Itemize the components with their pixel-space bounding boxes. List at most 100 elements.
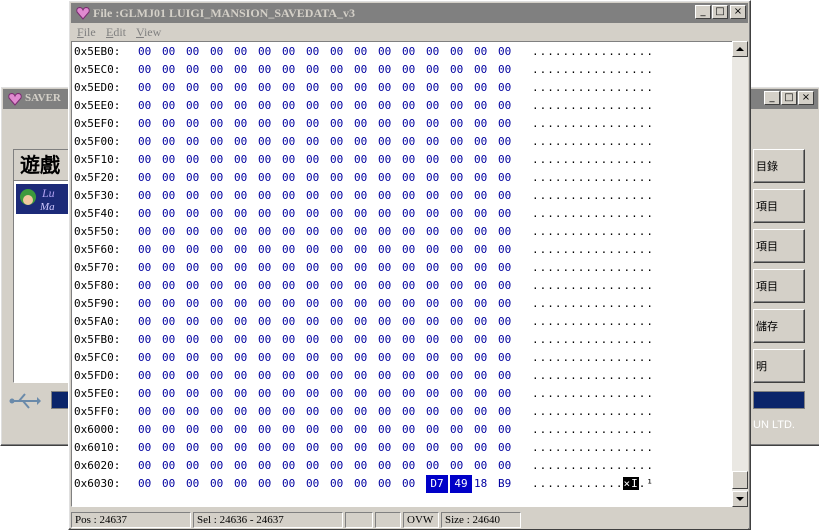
hex-byte[interactable]: 00: [378, 403, 400, 421]
hex-byte[interactable]: 00: [354, 79, 376, 97]
hex-byte[interactable]: 00: [210, 205, 232, 223]
hex-byte[interactable]: 00: [378, 313, 400, 331]
ascii-column[interactable]: ................: [532, 79, 654, 97]
hex-byte[interactable]: 00: [426, 349, 448, 367]
ascii-column[interactable]: ................: [532, 169, 654, 187]
hex-byte[interactable]: 00: [474, 205, 496, 223]
hex-byte[interactable]: 00: [426, 403, 448, 421]
hex-byte[interactable]: 00: [474, 259, 496, 277]
hex-byte[interactable]: 00: [498, 205, 520, 223]
hex-byte[interactable]: 00: [402, 259, 424, 277]
side-button-item-1[interactable]: 項目: [753, 189, 805, 223]
ascii-column[interactable]: ................: [532, 151, 654, 169]
side-button-item-3[interactable]: 項目: [753, 269, 805, 303]
close-button[interactable]: ×: [730, 5, 746, 19]
hex-byte[interactable]: 00: [138, 43, 160, 61]
hex-byte[interactable]: 00: [330, 61, 352, 79]
hex-byte[interactable]: 00: [306, 169, 328, 187]
hex-byte[interactable]: 00: [186, 151, 208, 169]
hex-byte[interactable]: 00: [450, 43, 472, 61]
hex-byte[interactable]: 00: [354, 115, 376, 133]
hex-byte[interactable]: 00: [402, 43, 424, 61]
scroll-down-button[interactable]: [732, 491, 748, 507]
scroll-thumb[interactable]: [732, 471, 748, 489]
hex-byte[interactable]: 00: [450, 403, 472, 421]
hex-byte[interactable]: 00: [234, 223, 256, 241]
hex-byte[interactable]: 00: [162, 403, 184, 421]
hex-byte[interactable]: 00: [378, 277, 400, 295]
hex-byte[interactable]: 00: [258, 133, 280, 151]
hex-byte[interactable]: 00: [138, 295, 160, 313]
hex-byte[interactable]: 00: [474, 187, 496, 205]
hex-byte[interactable]: 00: [282, 79, 304, 97]
hex-byte[interactable]: 00: [450, 259, 472, 277]
hex-byte[interactable]: 00: [282, 295, 304, 313]
hex-byte[interactable]: 00: [450, 439, 472, 457]
side-button-directory[interactable]: 目錄: [753, 149, 805, 183]
hex-byte[interactable]: 00: [282, 259, 304, 277]
ascii-column[interactable]: ................: [532, 457, 654, 475]
hex-byte[interactable]: 00: [138, 367, 160, 385]
hex-byte[interactable]: 00: [402, 295, 424, 313]
ascii-column[interactable]: ................: [532, 385, 654, 403]
hex-byte[interactable]: 00: [186, 385, 208, 403]
hex-byte[interactable]: 00: [378, 61, 400, 79]
side-button-item-2[interactable]: 項目: [753, 229, 805, 263]
hex-byte[interactable]: 00: [330, 313, 352, 331]
hex-byte[interactable]: 00: [138, 457, 160, 475]
hex-byte[interactable]: 00: [378, 295, 400, 313]
hex-byte[interactable]: 00: [426, 277, 448, 295]
hex-byte[interactable]: 00: [474, 421, 496, 439]
hex-byte[interactable]: 00: [378, 205, 400, 223]
hex-byte[interactable]: 00: [354, 349, 376, 367]
hex-byte[interactable]: 00: [354, 259, 376, 277]
hex-byte[interactable]: 00: [378, 97, 400, 115]
scroll-up-button[interactable]: [732, 41, 748, 57]
hex-byte[interactable]: 00: [234, 475, 256, 493]
hex-byte[interactable]: 00: [306, 187, 328, 205]
ascii-column[interactable]: ................: [532, 115, 654, 133]
hex-byte[interactable]: 00: [330, 259, 352, 277]
hex-byte[interactable]: 00: [186, 349, 208, 367]
hex-byte[interactable]: 00: [354, 151, 376, 169]
hex-byte[interactable]: 00: [378, 349, 400, 367]
hex-byte[interactable]: 00: [498, 295, 520, 313]
hex-byte[interactable]: 00: [282, 205, 304, 223]
hex-byte[interactable]: 00: [162, 295, 184, 313]
hex-byte[interactable]: 00: [186, 115, 208, 133]
hex-byte[interactable]: 00: [234, 97, 256, 115]
hex-byte[interactable]: 00: [162, 205, 184, 223]
hex-byte[interactable]: 00: [330, 367, 352, 385]
hex-byte[interactable]: 00: [306, 205, 328, 223]
hex-byte[interactable]: 00: [282, 385, 304, 403]
hex-byte[interactable]: 00: [186, 133, 208, 151]
hex-byte[interactable]: 00: [210, 331, 232, 349]
hex-byte[interactable]: 00: [354, 439, 376, 457]
hex-byte[interactable]: 00: [138, 205, 160, 223]
hex-byte[interactable]: 00: [234, 349, 256, 367]
hex-byte[interactable]: 00: [498, 277, 520, 295]
hex-byte[interactable]: 00: [306, 313, 328, 331]
hex-byte-selected[interactable]: 49: [450, 475, 472, 493]
hex-byte[interactable]: 00: [378, 133, 400, 151]
hex-byte[interactable]: 00: [474, 367, 496, 385]
hex-byte[interactable]: 00: [162, 97, 184, 115]
hex-byte[interactable]: 00: [354, 295, 376, 313]
hex-byte[interactable]: 00: [210, 457, 232, 475]
hex-byte[interactable]: 00: [498, 115, 520, 133]
hex-byte[interactable]: 00: [354, 367, 376, 385]
hex-byte[interactable]: 00: [330, 43, 352, 61]
hex-byte[interactable]: 00: [210, 223, 232, 241]
hex-byte[interactable]: 00: [306, 403, 328, 421]
hex-byte[interactable]: 00: [258, 97, 280, 115]
hex-byte[interactable]: 00: [282, 421, 304, 439]
hex-byte[interactable]: 00: [330, 79, 352, 97]
hex-byte[interactable]: 00: [282, 349, 304, 367]
hex-byte[interactable]: 00: [450, 241, 472, 259]
hex-byte[interactable]: 00: [498, 259, 520, 277]
hex-byte[interactable]: 00: [306, 61, 328, 79]
hex-byte[interactable]: 00: [402, 349, 424, 367]
hex-byte[interactable]: 00: [330, 241, 352, 259]
hex-byte[interactable]: 00: [210, 403, 232, 421]
hex-view[interactable]: 0x5EB0: 00 00 00 00 00 00 00 00 00 00 00 00 00 00 00 00.…: [71, 41, 734, 507]
